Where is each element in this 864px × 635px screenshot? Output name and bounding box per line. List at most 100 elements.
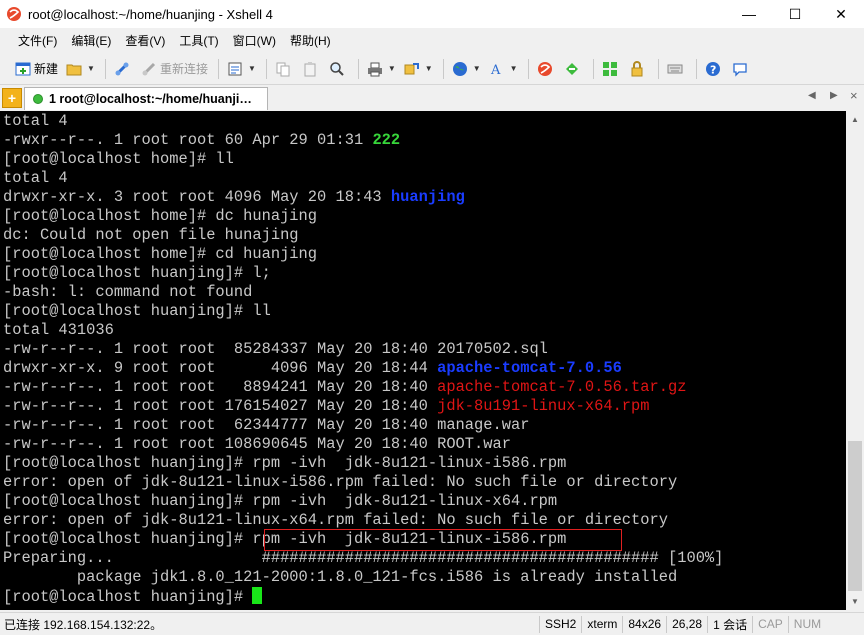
connect-button[interactable] bbox=[111, 57, 136, 81]
fullscreen-icon bbox=[602, 61, 618, 77]
menu-bar: 文件(F) 编辑(E) 查看(V) 工具(T) 窗口(W) 帮助(H) bbox=[0, 29, 864, 51]
terminal-line: -rw-r--r--. 1 root root 8894241 May 20 1… bbox=[3, 378, 846, 397]
menu-tools[interactable]: 工具(T) bbox=[179, 32, 218, 49]
network-button[interactable]: ▼ bbox=[449, 57, 484, 81]
toolbar-separator bbox=[592, 58, 594, 79]
menu-edit[interactable]: 编辑(E) bbox=[71, 32, 111, 49]
xshell-icon bbox=[537, 61, 553, 77]
chevron-down-icon: ▼ bbox=[87, 64, 95, 73]
toolbar: 新建 ▼ 重新连接 ▼ ▼ ▼ ▼ A ▼ ? bbox=[0, 53, 864, 85]
title-bar: root@localhost:~/home/huanjing - Xshell … bbox=[0, 0, 864, 28]
terminal-text: -bash: l: command not found bbox=[3, 283, 253, 301]
terminal-text: -rwxr--r--. 1 root root 60 Apr 29 01:31 bbox=[3, 131, 373, 149]
open-folder-button[interactable]: ▼ bbox=[63, 57, 98, 81]
terminal-colored-text: apache-tomcat-7.0.56 bbox=[437, 359, 622, 377]
chevron-down-icon: ▼ bbox=[387, 64, 396, 73]
transfer-button[interactable]: ▼ bbox=[401, 57, 436, 81]
scroll-up-icon[interactable]: ▲ bbox=[846, 111, 864, 128]
terminal-text: [root@localhost huanjing]# ll bbox=[3, 302, 271, 320]
minimize-button[interactable]: — bbox=[726, 0, 772, 28]
print-button[interactable]: ▼ bbox=[364, 57, 399, 81]
speech-bubble-icon bbox=[732, 61, 748, 77]
find-button[interactable] bbox=[326, 57, 351, 81]
terminal-line: [root@localhost home]# dc hunajing bbox=[3, 207, 846, 226]
toolbar-separator bbox=[657, 58, 659, 79]
menu-help[interactable]: 帮助(H) bbox=[290, 32, 331, 49]
close-button[interactable]: ✕ bbox=[818, 0, 864, 28]
terminal-text: total 4 bbox=[3, 112, 68, 130]
protocol-status: SSH2 bbox=[539, 615, 581, 633]
scroll-down-icon[interactable]: ▼ bbox=[846, 593, 864, 610]
terminal-line: -bash: l: command not found bbox=[3, 283, 846, 302]
maximize-button[interactable]: ☐ bbox=[772, 0, 818, 28]
lock-button[interactable] bbox=[626, 57, 651, 81]
terminal-text: [root@localhost huanjing]# bbox=[3, 588, 253, 606]
vertical-scrollbar[interactable]: ▲ ▼ bbox=[846, 111, 864, 610]
terminal-colored-text: 222 bbox=[372, 131, 401, 149]
tab-next-icon[interactable]: ▶ bbox=[830, 90, 838, 101]
terminal-line: -rw-r--r--. 1 root root 62344777 May 20 … bbox=[3, 416, 846, 435]
copy-button[interactable] bbox=[272, 57, 297, 81]
add-tab-button[interactable]: + bbox=[2, 88, 22, 108]
tab-label: 1 root@localhost:~/home/huanji… bbox=[49, 92, 252, 106]
terminal-line: [root@localhost home]# cd huanjing bbox=[3, 245, 846, 264]
reconnect-icon bbox=[141, 61, 157, 77]
font-button[interactable]: A ▼ bbox=[486, 57, 521, 81]
terminal-text: drwxr-xr-x. 3 root root 4096 May 20 18:4… bbox=[3, 188, 391, 206]
fullscreen-button[interactable] bbox=[599, 57, 624, 81]
paste-button[interactable] bbox=[299, 57, 324, 81]
transfer-icon bbox=[404, 61, 420, 77]
tab-prev-icon[interactable]: ◀ bbox=[808, 90, 816, 101]
terminal-line: -rw-r--r--. 1 root root 176154027 May 20… bbox=[3, 397, 846, 416]
terminal-line: error: open of jdk-8u121-linux-i586.rpm … bbox=[3, 473, 846, 492]
xftp-button[interactable] bbox=[561, 57, 586, 81]
xshell-button[interactable] bbox=[534, 57, 559, 81]
terminal-colored-text: apache-tomcat-7.0.56.tar.gz bbox=[437, 378, 687, 396]
menu-window[interactable]: 窗口(W) bbox=[233, 32, 276, 49]
session-count-status: 1 会话 bbox=[707, 615, 752, 633]
terminal-line: Preparing... ###########################… bbox=[3, 549, 846, 568]
terminal-text: -rw-r--r--. 1 root root 62344777 May 20 … bbox=[3, 416, 530, 434]
menu-view[interactable]: 查看(V) bbox=[125, 32, 165, 49]
chevron-down-icon: ▼ bbox=[472, 64, 481, 73]
help-button[interactable]: ? bbox=[702, 57, 727, 81]
window-controls: — ☐ ✕ bbox=[726, 0, 864, 28]
properties-button[interactable]: ▼ bbox=[224, 57, 259, 81]
tab-session-1[interactable]: 1 root@localhost:~/home/huanji… bbox=[24, 87, 268, 110]
terminal-line: drwxr-xr-x. 3 root root 4096 May 20 18:4… bbox=[3, 188, 846, 207]
terminal-text: [root@localhost huanjing]# rpm -ivh jdk-… bbox=[3, 454, 567, 472]
keyboard-button[interactable] bbox=[664, 57, 689, 81]
new-session-button[interactable]: 新建 bbox=[12, 57, 61, 81]
highlight-annotation-box bbox=[264, 529, 622, 551]
printer-icon bbox=[367, 61, 383, 77]
tab-close-icon[interactable]: × bbox=[850, 88, 858, 103]
terminal-cursor bbox=[252, 587, 263, 604]
menu-file[interactable]: 文件(F) bbox=[18, 32, 57, 49]
help-icon: ? bbox=[705, 61, 721, 77]
terminal-line: dc: Could not open file hunajing bbox=[3, 226, 846, 245]
terminal-line: -rw-r--r--. 1 root root 85284337 May 20 … bbox=[3, 340, 846, 359]
globe-icon bbox=[452, 61, 468, 77]
terminal-text: [root@localhost home]# cd huanjing bbox=[3, 245, 318, 263]
xftp-icon bbox=[564, 61, 580, 77]
terminal-size-status: 84x26 bbox=[622, 615, 666, 633]
connection-status: 已连接 192.168.154.132:22。 bbox=[4, 617, 163, 632]
chat-button[interactable] bbox=[729, 57, 754, 81]
connected-status-icon bbox=[33, 94, 43, 104]
terminal-text: [root@localhost huanjing]# rpm -ivh jdk-… bbox=[3, 492, 558, 510]
new-session-icon bbox=[15, 61, 31, 77]
copy-icon bbox=[275, 61, 291, 77]
terminal-line: -rw-r--r--. 1 root root 108690645 May 20… bbox=[3, 435, 846, 454]
reconnect-label: 重新连接 bbox=[159, 62, 208, 76]
reconnect-button[interactable]: 重新连接 bbox=[138, 57, 211, 81]
new-session-label: 新建 bbox=[34, 62, 59, 76]
keyboard-icon bbox=[667, 61, 683, 77]
terminal-type-status: xterm bbox=[581, 615, 622, 633]
terminal-text: dc: Could not open file hunajing bbox=[3, 226, 299, 244]
terminal-text: Preparing... ###########################… bbox=[3, 549, 724, 567]
tab-bar: + 1 root@localhost:~/home/huanji… ◀ ▶ × bbox=[0, 86, 864, 110]
terminal-line: error: open of jdk-8u121-linux-x64.rpm f… bbox=[3, 511, 846, 530]
scrollbar-thumb[interactable] bbox=[848, 441, 862, 591]
terminal-text: -rw-r--r--. 1 root root 8894241 May 20 1… bbox=[3, 378, 438, 396]
chevron-down-icon: ▼ bbox=[424, 64, 433, 73]
